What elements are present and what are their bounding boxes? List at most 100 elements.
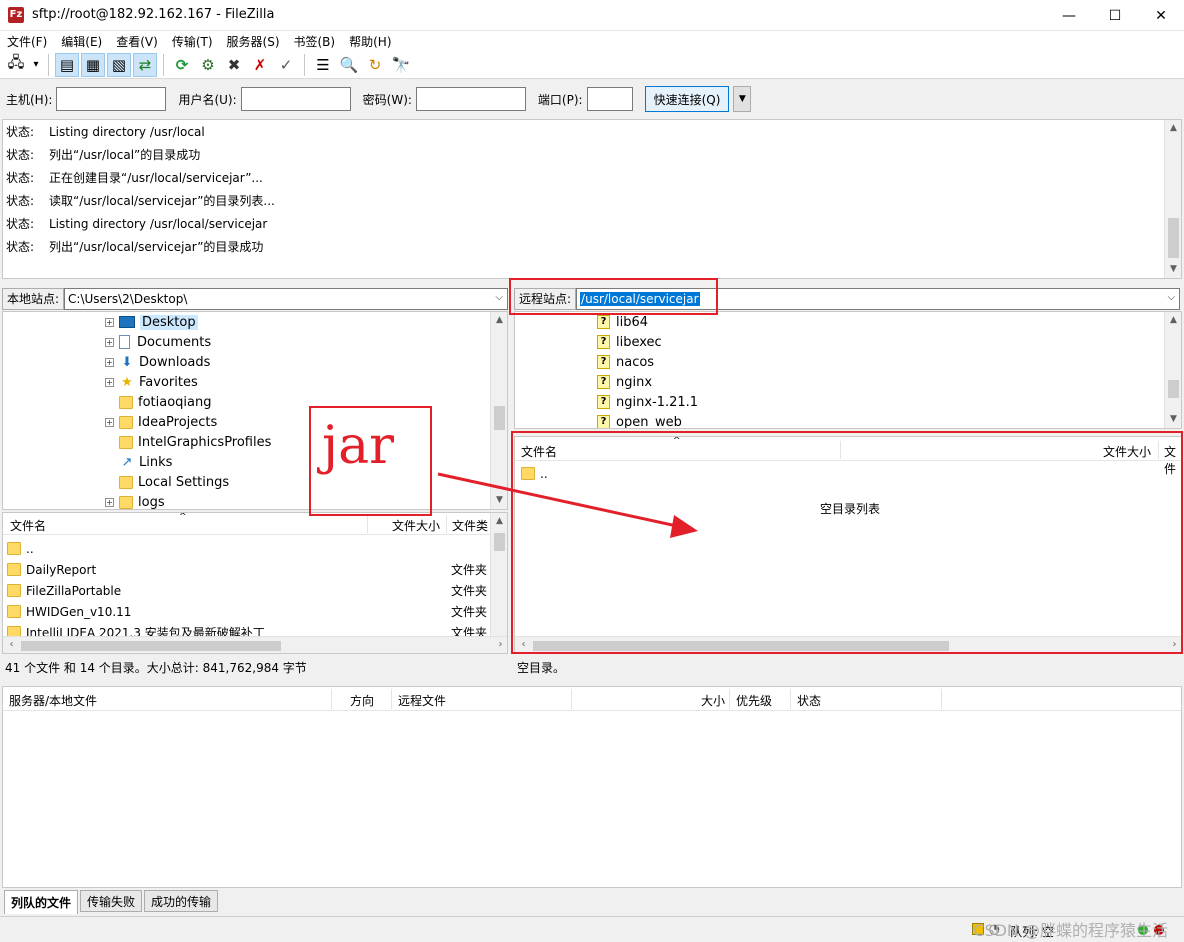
tree-node-local-settings[interactable]: Local Settings <box>119 472 229 492</box>
tree-node-nginx-1-21-1[interactable]: ? nginx-1.21.1 <box>597 392 698 412</box>
tree-node-documents[interactable]: + Documents <box>105 332 211 352</box>
scroll-up-icon[interactable]: ▲ <box>491 312 507 329</box>
search-files-icon[interactable]: 🔭 <box>389 53 413 77</box>
dropdown-arrow-icon[interactable]: ▾ <box>30 53 42 77</box>
queue-column-priority[interactable]: 优先级 <box>736 692 772 709</box>
tree-node-desktop[interactable]: + Desktop <box>105 312 198 332</box>
tree-label: logs <box>138 494 165 510</box>
tree-node-fotiaoqiang[interactable]: fotiaoqiang <box>119 392 211 412</box>
menu-file[interactable]: 文件(F) <box>0 31 54 51</box>
scroll-up-icon[interactable]: ▲ <box>1165 120 1182 137</box>
scroll-right-icon[interactable]: › <box>492 637 507 653</box>
tree-node-lib64[interactable]: ? lib64 <box>597 312 648 332</box>
expand-icon[interactable]: + <box>105 497 114 507</box>
queue-column-direction[interactable]: 方向 <box>350 692 374 709</box>
toggle-local-tree-icon[interactable]: ▦ <box>81 52 105 77</box>
username-label: 用户名(U): <box>178 92 237 107</box>
tree-label: IntelGraphicsProfiles <box>138 434 272 450</box>
minimize-button[interactable]: — <box>1046 0 1092 31</box>
maximize-button[interactable]: ☐ <box>1092 0 1138 31</box>
tree-node-nginx[interactable]: ? nginx <box>597 372 652 392</box>
menu-help[interactable]: 帮助(H) <box>342 31 398 51</box>
tab-failed-transfers[interactable]: 传输失败 <box>80 890 143 912</box>
directory-compare-icon[interactable]: ☰ <box>311 53 335 77</box>
tree-node-libexec[interactable]: ? libexec <box>597 332 662 352</box>
column-divider[interactable] <box>941 689 942 709</box>
chevron-down-icon[interactable]: ⌵ <box>495 292 503 303</box>
menu-bookmarks[interactable]: 书签(B) <box>287 31 343 51</box>
toolbar-separator <box>48 53 49 76</box>
tree-node-intelgraphicsprofiles[interactable]: IntelGraphicsProfiles <box>119 432 271 452</box>
local-files-hscrollbar[interactable]: ‹ › <box>3 636 507 653</box>
toggle-remote-tree-icon[interactable]: ▧ <box>107 52 131 77</box>
scroll-down-icon[interactable]: ▼ <box>1165 261 1182 278</box>
arrow-shaft <box>437 472 687 530</box>
local-file-row[interactable]: .. <box>7 538 487 559</box>
process-queue-icon[interactable]: ⚙ <box>196 53 220 77</box>
menu-edit[interactable]: 编辑(E) <box>54 31 109 51</box>
expand-icon[interactable]: + <box>105 417 114 427</box>
column-divider[interactable] <box>331 689 332 709</box>
tree-label: Documents <box>137 334 212 350</box>
queue-column-status[interactable]: 状态 <box>797 692 821 709</box>
password-input[interactable] <box>415 87 526 111</box>
tree-node-ideaprojects[interactable]: + IdeaProjects <box>105 412 217 432</box>
port-input[interactable] <box>586 87 633 111</box>
column-divider[interactable] <box>571 689 572 709</box>
menu-view[interactable]: 查看(V) <box>109 31 165 51</box>
queue-column-server-local[interactable]: 服务器/本地文件 <box>9 692 97 709</box>
site-manager-icon[interactable]: 🖧 <box>4 53 28 77</box>
scroll-thumb[interactable] <box>21 641 281 651</box>
log-scrollbar[interactable]: ▲ ▼ <box>1164 120 1181 278</box>
disconnect-icon[interactable]: ✗ <box>248 53 272 77</box>
local-file-row[interactable]: FileZillaPortable 文件夹 <box>7 580 487 601</box>
menu-transfer[interactable]: 传输(T) <box>165 31 220 51</box>
log-row: 状态: 列出“/usr/local”的目录成功 <box>3 143 1181 166</box>
scroll-thumb[interactable] <box>494 406 505 430</box>
unknown-folder-icon: ? <box>597 335 610 349</box>
scroll-thumb[interactable] <box>1168 380 1179 398</box>
tab-queued-files[interactable]: 列队的文件 <box>4 890 79 914</box>
tree-node-open-web[interactable]: ? open_web <box>597 412 682 428</box>
local-file-row[interactable]: HWIDGen_v10.11 文件夹 <box>7 601 487 622</box>
reconnect-icon[interactable]: ✓ <box>274 53 298 77</box>
toggle-log-icon[interactable]: ▤ <box>55 52 79 77</box>
expand-icon[interactable]: + <box>105 357 114 367</box>
tree-node-links[interactable]: ↗ Links <box>119 452 173 472</box>
tree-node-nacos[interactable]: ? nacos <box>597 352 654 372</box>
chevron-down-icon[interactable]: ⌵ <box>1167 292 1175 303</box>
expand-icon[interactable]: + <box>105 317 114 327</box>
column-divider[interactable] <box>367 515 368 533</box>
username-input[interactable] <box>240 87 351 111</box>
tree-node-favorites[interactable]: + ★ Favorites <box>105 372 198 392</box>
queue-column-size[interactable]: 大小 <box>701 692 725 709</box>
menu-server[interactable]: 服务器(S) <box>220 31 287 51</box>
refresh-icon[interactable]: ⟳ <box>170 53 194 77</box>
column-filename[interactable]: 文件名 <box>10 517 46 534</box>
host-input[interactable] <box>56 87 167 111</box>
toggle-queue-icon[interactable]: ⇄ <box>133 52 157 77</box>
queue-column-remote-file[interactable]: 远程文件 <box>398 692 446 709</box>
folder-icon <box>119 415 133 429</box>
remote-tree-scrollbar[interactable]: ▲ ▼ <box>1164 312 1181 428</box>
column-divider[interactable] <box>790 689 791 709</box>
expand-icon[interactable]: + <box>105 377 114 387</box>
tree-node-logs[interactable]: + logs <box>105 492 165 510</box>
quickconnect-dropdown[interactable]: ▼ <box>733 86 752 112</box>
scroll-thumb[interactable] <box>1168 218 1179 258</box>
column-divider[interactable] <box>729 689 730 709</box>
column-divider[interactable] <box>391 689 392 709</box>
tab-successful-transfers[interactable]: 成功的传输 <box>144 890 219 912</box>
tree-node-downloads[interactable]: + ⬇ Downloads <box>105 352 210 372</box>
expand-icon[interactable]: + <box>105 337 114 347</box>
local-file-row[interactable]: DailyReport 文件夹 <box>7 559 487 580</box>
local-path-input[interactable]: C:\Users\2\Desktop\ ⌵ <box>64 287 508 310</box>
cancel-icon[interactable]: ✖ <box>222 53 246 77</box>
sync-browse-icon[interactable]: ↻ <box>363 53 387 77</box>
quickconnect-button[interactable]: 快速连接(Q) <box>644 86 730 112</box>
filter-icon[interactable]: 🔍 <box>337 53 361 77</box>
close-button[interactable]: ✕ <box>1138 0 1184 31</box>
scroll-left-icon[interactable]: ‹ <box>3 637 20 653</box>
scroll-up-icon[interactable]: ▲ <box>1165 312 1181 329</box>
scroll-down-icon[interactable]: ▼ <box>1165 411 1181 428</box>
